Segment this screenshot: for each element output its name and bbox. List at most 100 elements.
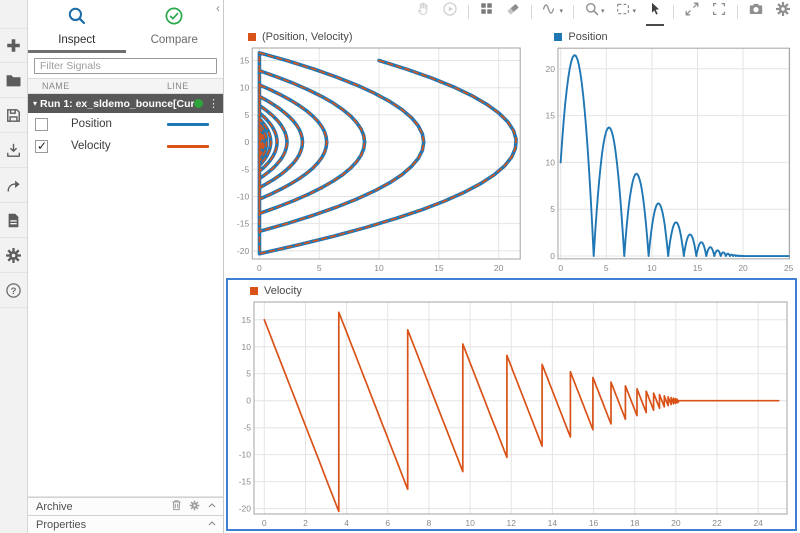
replay-button[interactable] — [441, 0, 459, 26]
snapshot-camera-icon — [748, 1, 764, 22]
legend-marker — [250, 287, 258, 295]
archive-section-header[interactable]: Archive — [28, 497, 223, 515]
svg-text:-15: -15 — [239, 477, 252, 487]
chevron-up-icon[interactable] — [207, 501, 217, 513]
run-label: Run 1: ex_sldemo_bounce[Current] — [40, 98, 194, 110]
help-button[interactable]: ? — [0, 273, 27, 308]
svg-text:5: 5 — [551, 204, 556, 214]
velocity-plot[interactable]: Velocity 024681012141618202224-20-15-10-… — [226, 278, 797, 531]
chevron-up-icon[interactable] — [207, 519, 217, 531]
phase-plot[interactable]: (Position, Velocity) 05101520-20-15-10-5… — [224, 24, 530, 276]
svg-text:5: 5 — [604, 263, 609, 273]
svg-text:15: 15 — [434, 263, 444, 273]
fit-to-view-icon — [615, 1, 631, 22]
save-icon — [5, 107, 22, 124]
pan-button[interactable] — [414, 0, 432, 26]
chevron-down-icon: ▾ — [601, 7, 605, 15]
expand-button[interactable] — [683, 0, 701, 26]
signal-row-position[interactable]: Position — [28, 113, 223, 135]
velocity-checkbox[interactable] — [35, 140, 48, 153]
signal-row-velocity[interactable]: Velocity — [28, 135, 223, 157]
tab-inspect-label: Inspect — [58, 34, 95, 46]
save-button[interactable] — [0, 98, 27, 133]
help-icon: ? — [5, 282, 22, 299]
signal-browser-panel: ‹ Inspect Compare NAME LINE ▾ Run 1: ex_… — [28, 0, 224, 533]
svg-text:0: 0 — [244, 137, 249, 147]
subplot-grid: (Position, Velocity) 05101520-20-15-10-5… — [224, 24, 800, 533]
svg-text:0: 0 — [559, 263, 564, 273]
properties-label: Properties — [36, 519, 86, 531]
layout-button[interactable] — [478, 0, 495, 25]
collapse-panel-button[interactable]: ‹ — [216, 2, 220, 14]
signal-name: Velocity — [71, 140, 111, 152]
zoom-button[interactable]: ▾ — [583, 0, 606, 26]
open-button[interactable] — [0, 63, 27, 98]
svg-text:16: 16 — [589, 518, 599, 528]
legend-marker — [248, 33, 256, 41]
position-checkbox[interactable] — [35, 118, 48, 131]
fullscreen-icon — [711, 1, 727, 22]
report-button[interactable] — [0, 203, 27, 238]
svg-text:20: 20 — [494, 263, 504, 273]
column-line: LINE — [167, 81, 223, 91]
chevron-down-icon: ▾ — [632, 7, 636, 15]
filter-signals-input[interactable] — [34, 58, 217, 74]
svg-text:15: 15 — [693, 263, 703, 273]
svg-text:22: 22 — [712, 518, 722, 528]
svg-text:6: 6 — [385, 518, 390, 528]
archive-label: Archive — [36, 501, 73, 513]
svg-text:-20: -20 — [239, 504, 252, 514]
svg-text:2: 2 — [303, 518, 308, 528]
fullscreen-button[interactable] — [710, 0, 728, 26]
svg-text:20: 20 — [671, 518, 681, 528]
tab-compare[interactable]: Compare — [126, 6, 224, 53]
export-icon — [5, 177, 22, 194]
svg-text:15: 15 — [240, 56, 250, 66]
tab-inspect[interactable]: Inspect — [28, 6, 126, 53]
svg-text:12: 12 — [507, 518, 517, 528]
left-toolbar: ? — [0, 0, 28, 533]
svg-text:20: 20 — [546, 64, 556, 74]
signal-generator-button[interactable]: ▾ — [541, 0, 564, 26]
svg-text:10: 10 — [546, 157, 556, 167]
gear-icon[interactable] — [189, 500, 200, 514]
position-plot-title: Position — [568, 31, 607, 43]
run-menu-icon[interactable]: ⋮ — [208, 97, 219, 110]
report-icon — [5, 212, 22, 229]
fit-to-view-button[interactable]: ▾ — [614, 0, 637, 26]
add-button[interactable] — [0, 28, 27, 63]
run-expand-icon[interactable]: ▾ — [33, 99, 37, 108]
expand-icon — [684, 1, 700, 22]
pan-hand-icon — [415, 1, 431, 22]
trash-icon[interactable] — [171, 499, 182, 514]
signal-generator-icon — [542, 1, 558, 22]
svg-text:10: 10 — [465, 518, 475, 528]
pointer-icon — [647, 1, 663, 22]
pointer-button[interactable] — [646, 0, 664, 26]
preferences-gear-icon — [5, 247, 22, 264]
svg-text:25: 25 — [784, 263, 794, 273]
svg-text:14: 14 — [548, 518, 558, 528]
svg-text:?: ? — [11, 285, 17, 296]
velocity-plot-title: Velocity — [264, 285, 302, 297]
velocity-plot-canvas: 024681012141618202224-20-15-10-5051015 — [228, 297, 795, 529]
svg-text:5: 5 — [246, 369, 251, 379]
signal-table-header: NAME LINE — [28, 78, 223, 94]
plot-settings-button[interactable] — [774, 0, 792, 26]
simulation-data-inspector: ? ‹ Inspect Compare NAME LINE ▾ Run 1: e… — [0, 0, 800, 533]
properties-section-header[interactable]: Properties — [28, 515, 223, 533]
svg-text:0: 0 — [551, 251, 556, 261]
column-name: NAME — [42, 81, 70, 91]
snapshot-button[interactable] — [747, 0, 765, 26]
clear-plots-button[interactable] — [504, 0, 522, 26]
export-button[interactable] — [0, 168, 27, 203]
svg-text:5: 5 — [317, 263, 322, 273]
velocity-plot-legend: Velocity — [228, 280, 795, 297]
svg-text:-15: -15 — [237, 219, 250, 229]
run-row[interactable]: ▾ Run 1: ex_sldemo_bounce[Current] ⋮ — [28, 94, 223, 113]
import-button[interactable] — [0, 133, 27, 168]
position-plot[interactable]: Position 051015202505101520 — [530, 24, 800, 276]
browser-tabs: Inspect Compare — [28, 0, 223, 53]
preferences-button[interactable] — [0, 238, 27, 273]
svg-text:15: 15 — [242, 315, 252, 325]
